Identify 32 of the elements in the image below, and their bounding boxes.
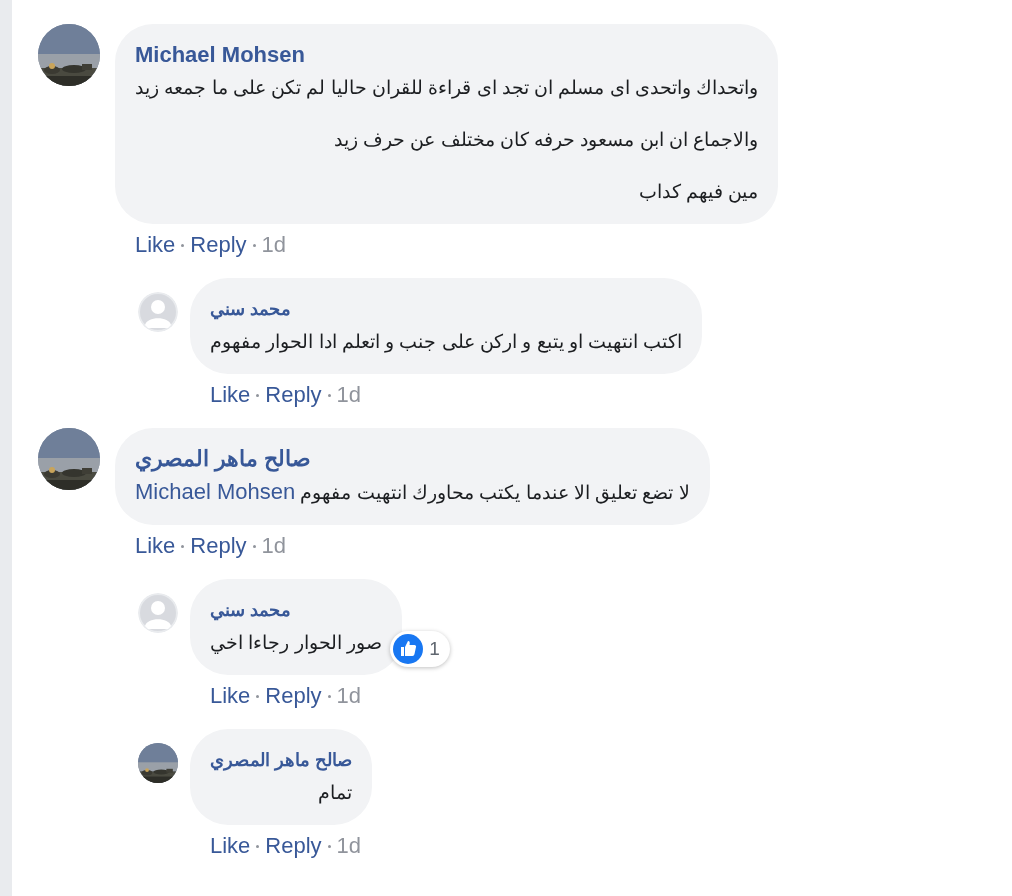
comment-text: مين فيهم كداب [637,180,759,205]
reply-link[interactable]: Reply [190,230,247,260]
reply-link[interactable]: Reply [265,681,322,711]
reaction-count: 1 [429,638,440,660]
timestamp: 1d [336,682,362,710]
like-link[interactable]: Like [210,831,251,861]
reply-link[interactable]: Reply [265,831,322,861]
reply-link[interactable]: Reply [190,531,247,561]
default-avatar-icon [138,292,178,332]
comment-text: اكتب انتهيت او يتبع و اركن على جنب و اتعلم ادا الحوار مفهوم [210,330,683,355]
timestamp: 1d [336,381,362,409]
mention-link[interactable]: Michael Mohsen [135,479,296,504]
like-link[interactable]: Like [135,230,176,260]
reply-link[interactable]: Reply [265,380,322,410]
comment-text: والاجماع ان ابن مسعود حرفه كان مختلف عن حرف زيد [332,128,759,153]
comment-text: صور الحوار رجاءا اخي [210,631,382,656]
thumbs-up-icon [393,634,424,664]
like-link[interactable]: Like [135,531,176,561]
reaction-badge[interactable]: 1 [390,631,450,667]
author-name[interactable]: محمد سني [210,294,683,324]
like-link[interactable]: Like [210,681,251,711]
like-link[interactable]: Like [210,380,251,410]
timestamp: 1d [336,832,362,860]
author-name[interactable]: محمد سني [210,595,382,625]
default-avatar-icon [138,593,178,633]
author-name[interactable]: صالح ماهر المصري [210,745,352,775]
author-name[interactable]: صالح ماهر المصري [135,444,690,474]
comment-text: واتحداك واتحدى اى مسلم ان تجد اى قراءة للقران حاليا لم تكن على ما جمعه زيد [135,76,759,101]
author-name[interactable]: Michael Mohsen [135,40,759,70]
timestamp: 1d [261,532,287,560]
comment-text: تمام [317,781,352,806]
timestamp: 1d [261,231,287,259]
